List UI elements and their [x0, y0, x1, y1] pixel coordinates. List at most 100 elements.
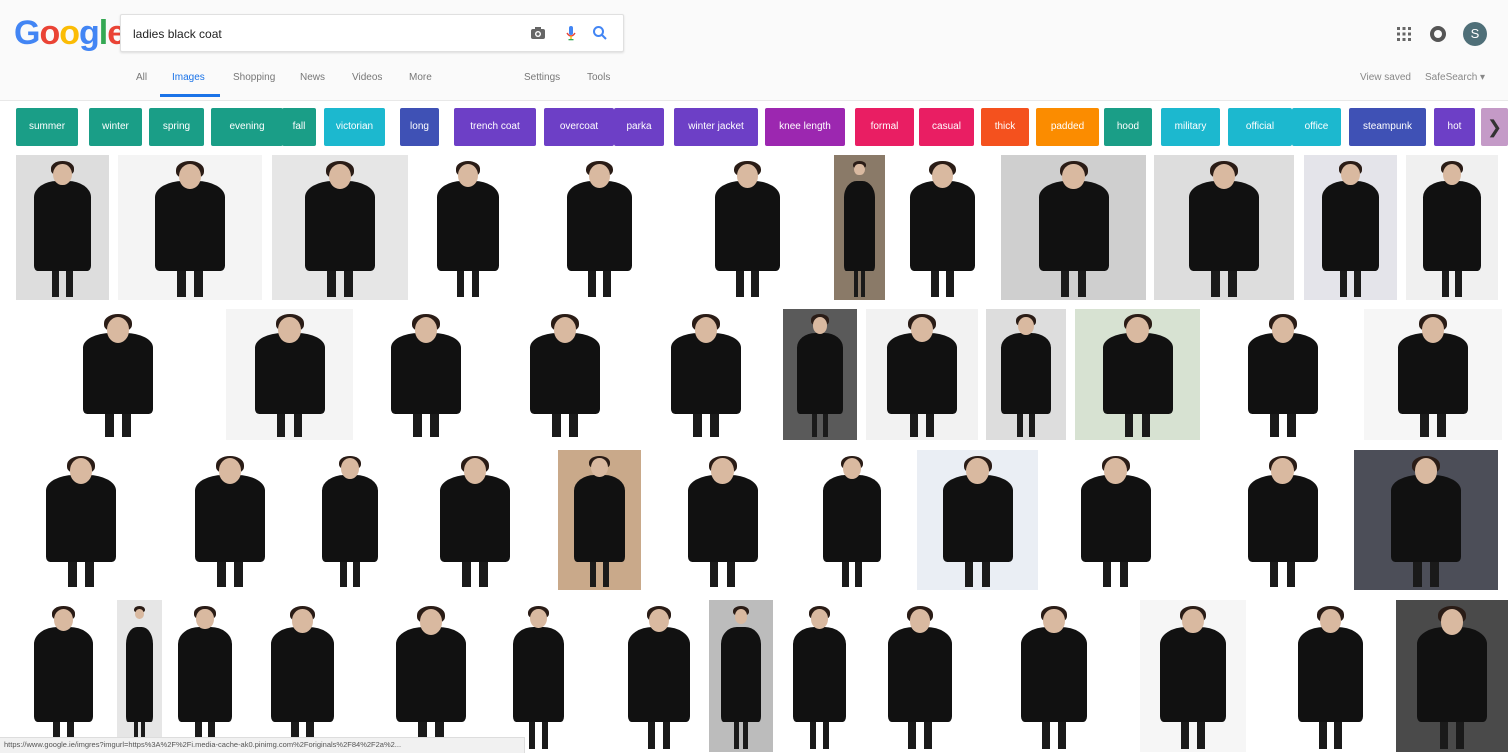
- image-result-thumbnail[interactable]: [118, 155, 262, 300]
- tab-news[interactable]: News: [300, 72, 325, 83]
- image-result-thumbnail[interactable]: [1278, 600, 1383, 752]
- figure-leg: [908, 721, 917, 749]
- image-result-thumbnail[interactable]: [117, 600, 162, 752]
- image-result-thumbnail[interactable]: [917, 450, 1038, 590]
- figure-head: [1104, 458, 1127, 485]
- image-result-thumbnail[interactable]: [16, 155, 109, 300]
- image-result-thumbnail[interactable]: [609, 600, 709, 752]
- image-result-thumbnail[interactable]: [636, 309, 776, 440]
- chip-trench-coat[interactable]: trench coat: [454, 108, 536, 146]
- search-icon[interactable]: [591, 24, 609, 42]
- black-coat-image: [195, 475, 265, 562]
- tab-videos[interactable]: Videos: [352, 72, 382, 83]
- image-result-thumbnail[interactable]: [162, 600, 248, 752]
- tab-all[interactable]: All: [136, 72, 147, 83]
- image-result-thumbnail[interactable]: [650, 450, 795, 590]
- black-coat-image: [1321, 181, 1380, 271]
- image-result-thumbnail[interactable]: [158, 450, 302, 590]
- chip-hot[interactable]: hot: [1434, 108, 1475, 146]
- image-result-thumbnail[interactable]: [16, 600, 111, 752]
- image-result-thumbnail[interactable]: [418, 155, 518, 300]
- image-result-thumbnail[interactable]: [1154, 155, 1294, 300]
- chip-overcoat[interactable]: overcoat: [544, 108, 614, 146]
- chip-hood[interactable]: hood: [1104, 108, 1152, 146]
- image-result-thumbnail[interactable]: [776, 600, 863, 752]
- tab-more[interactable]: More: [409, 72, 432, 83]
- chip-thick[interactable]: thick: [981, 108, 1029, 146]
- chip-fall[interactable]: fall: [282, 108, 316, 146]
- chip-evening[interactable]: evening: [211, 108, 283, 146]
- chip-military[interactable]: military: [1161, 108, 1220, 146]
- image-result-thumbnail[interactable]: [272, 155, 408, 300]
- image-result-thumbnail[interactable]: [890, 155, 995, 300]
- notifications-icon[interactable]: [1428, 24, 1448, 44]
- image-result-thumbnail[interactable]: [499, 309, 631, 440]
- chip-padded[interactable]: padded: [1036, 108, 1099, 146]
- image-result-thumbnail[interactable]: [16, 450, 146, 590]
- image-result-thumbnail[interactable]: [709, 600, 773, 752]
- image-result-thumbnail[interactable]: [986, 309, 1066, 440]
- image-result-thumbnail[interactable]: [1406, 155, 1498, 300]
- image-result-thumbnail[interactable]: [403, 450, 547, 590]
- tab-shopping[interactable]: Shopping: [233, 72, 275, 83]
- figure-head: [106, 316, 130, 343]
- image-result-thumbnail[interactable]: [1140, 600, 1246, 752]
- chip-knee-length[interactable]: knee length: [765, 108, 845, 146]
- image-result-thumbnail[interactable]: [16, 309, 220, 440]
- image-result-thumbnail[interactable]: [251, 600, 354, 752]
- microphone-icon[interactable]: [562, 24, 580, 42]
- search-input[interactable]: [131, 23, 515, 45]
- image-result-thumbnail[interactable]: [1304, 155, 1397, 300]
- related-search-chips: summer winter spring evening fall victorian lo…: [16, 108, 1508, 146]
- tab-settings[interactable]: Settings: [524, 72, 560, 83]
- figure-leg: [529, 721, 536, 749]
- chip-victorian[interactable]: victorian: [324, 108, 385, 146]
- camera-icon[interactable]: [529, 24, 547, 42]
- image-result-thumbnail[interactable]: [1354, 450, 1498, 590]
- image-result-thumbnail[interactable]: [558, 450, 641, 590]
- chip-casual[interactable]: casual: [919, 108, 974, 146]
- chip-formal[interactable]: formal: [855, 108, 914, 146]
- safesearch-dropdown[interactable]: SafeSearch ▾: [1425, 72, 1485, 83]
- figure-leg: [822, 413, 829, 438]
- view-saved-link[interactable]: View saved: [1360, 72, 1411, 83]
- image-result-thumbnail[interactable]: [1001, 600, 1107, 752]
- figure-leg: [122, 413, 131, 438]
- image-result-thumbnail[interactable]: [834, 155, 885, 300]
- image-result-thumbnail[interactable]: [497, 600, 580, 752]
- image-result-thumbnail[interactable]: [372, 600, 490, 752]
- chip-spring[interactable]: spring: [149, 108, 204, 146]
- chip-official[interactable]: official: [1228, 108, 1292, 146]
- figure-head: [854, 163, 865, 176]
- figure-leg: [861, 271, 866, 298]
- chip-office[interactable]: office: [1292, 108, 1341, 146]
- chip-steampunk[interactable]: steampunk: [1349, 108, 1426, 146]
- avatar[interactable]: S: [1463, 22, 1487, 46]
- image-result-thumbnail[interactable]: [1001, 155, 1146, 300]
- image-result-thumbnail[interactable]: [1396, 600, 1508, 752]
- chevron-right-icon[interactable]: ❯: [1481, 108, 1508, 146]
- chip-summer[interactable]: summer: [16, 108, 78, 146]
- image-result-thumbnail[interactable]: [695, 155, 800, 300]
- image-result-thumbnail[interactable]: [866, 309, 978, 440]
- image-result-thumbnail[interactable]: [1222, 450, 1343, 590]
- tab-tools[interactable]: Tools: [587, 72, 610, 83]
- chip-long[interactable]: long: [400, 108, 439, 146]
- image-result-thumbnail[interactable]: [360, 309, 492, 440]
- chip-winter-jacket[interactable]: winter jacket: [674, 108, 758, 146]
- image-result-thumbnail[interactable]: [1048, 450, 1183, 590]
- chip-parka[interactable]: parka: [614, 108, 664, 146]
- google-logo[interactable]: Google: [14, 14, 126, 53]
- image-result-thumbnail[interactable]: [547, 155, 652, 300]
- image-result-thumbnail[interactable]: [806, 450, 898, 590]
- image-result-thumbnail[interactable]: [305, 450, 395, 590]
- image-result-thumbnail[interactable]: [1208, 309, 1358, 440]
- tab-images[interactable]: Images: [160, 72, 220, 97]
- image-result-thumbnail[interactable]: [1364, 309, 1502, 440]
- image-result-thumbnail[interactable]: [783, 309, 857, 440]
- chip-winter[interactable]: winter: [89, 108, 142, 146]
- image-result-thumbnail[interactable]: [1075, 309, 1200, 440]
- image-result-thumbnail[interactable]: [226, 309, 353, 440]
- apps-grid-icon[interactable]: [1396, 26, 1412, 42]
- image-result-thumbnail[interactable]: [868, 600, 972, 752]
